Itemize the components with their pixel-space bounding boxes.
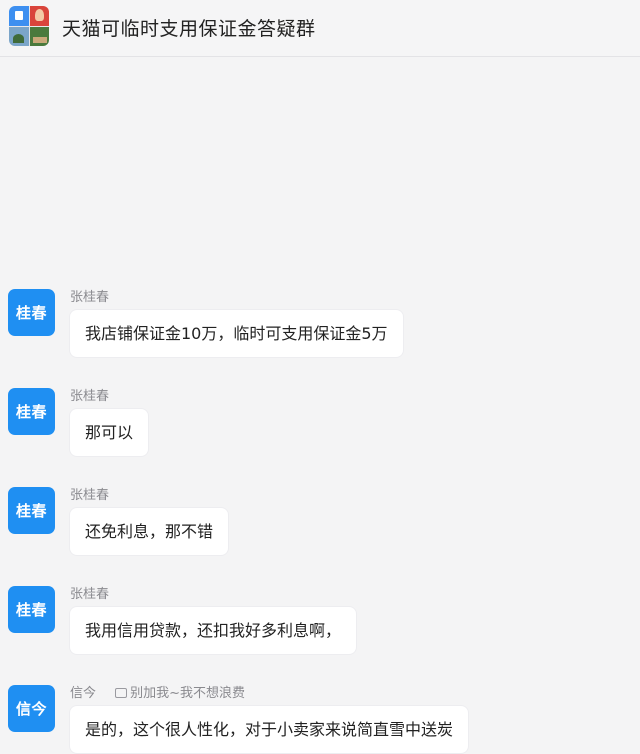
sender-row: 信今 别加我~我不想浪费 [70,682,245,701]
sender-avatar[interactable]: 桂春 [8,487,55,534]
sender-name: 张桂春 [70,290,110,305]
sender-avatar[interactable]: 信今 [8,685,55,732]
sender-row: 张桂春 [70,286,109,305]
sender-avatar[interactable]: 桂春 [8,388,55,435]
message-bubble[interactable]: 我店铺保证金10万，临时可支用保证金5万 [70,310,403,357]
sender-row: 张桂春 [70,484,109,503]
group-avatar-tile [29,26,49,46]
sender-name: 张桂春 [70,587,110,602]
sender-row: 张桂春 [70,385,109,404]
group-avatar-icon[interactable] [9,6,49,46]
sender-name: 张桂春 [70,389,110,404]
message-bubble[interactable]: 那可以 [70,409,149,456]
sender-name: 信今 [70,686,97,701]
note-icon [115,688,128,698]
message-bubble[interactable]: 还免利息，那不错 [70,508,229,555]
sender-note-text: 别加我~我不想浪费 [130,686,246,701]
message-bubble[interactable]: 是的，这个很人性化，对于小卖家来说简直雪中送炭 [70,706,469,753]
sender-avatar[interactable]: 桂春 [8,289,55,336]
sender-avatar[interactable]: 桂春 [8,586,55,633]
sender-group-note: 别加我~我不想浪费 [115,686,245,701]
message-bubble[interactable]: 我用信用贷款，还扣我好多利息啊， [70,607,357,654]
group-avatar-tile [9,6,29,26]
sender-name: 张桂春 [70,488,110,503]
chat-header: 天猫可临时支用保证金答疑群 [0,0,640,57]
group-avatar-tile [9,26,29,46]
sender-row: 张桂春 [70,583,109,602]
group-avatar-tile [29,6,49,26]
group-title[interactable]: 天猫可临时支用保证金答疑群 [62,14,316,41]
